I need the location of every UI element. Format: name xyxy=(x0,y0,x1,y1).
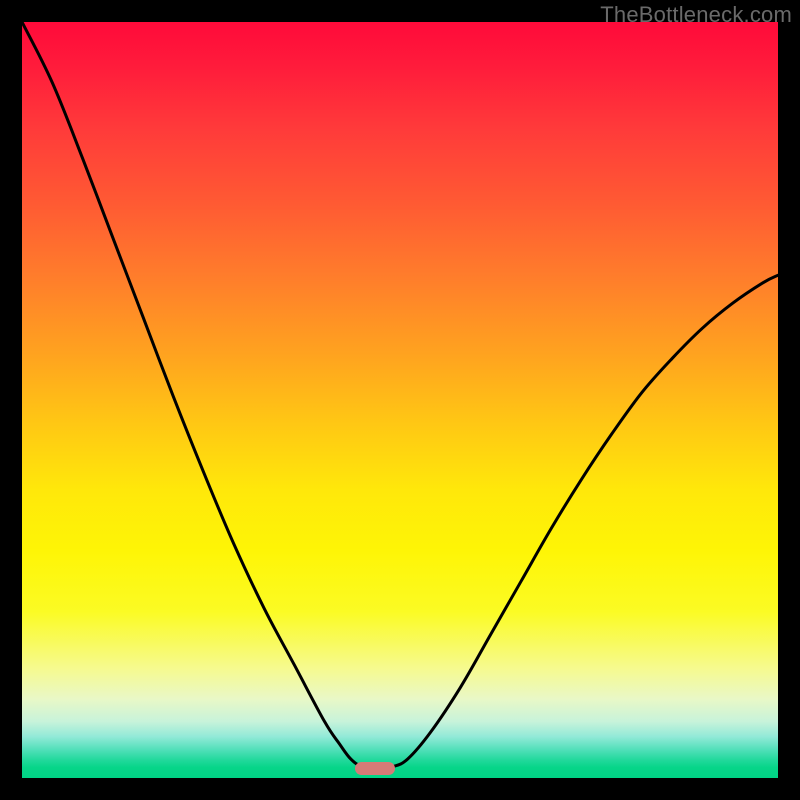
bottleneck-marker xyxy=(355,762,394,775)
plot-area xyxy=(22,22,778,778)
watermark-text: TheBottleneck.com xyxy=(600,2,792,28)
curve-right-branch xyxy=(377,275,778,768)
chart-frame: TheBottleneck.com xyxy=(0,0,800,800)
curve-layer xyxy=(22,22,778,778)
curve-left-branch xyxy=(22,22,377,768)
